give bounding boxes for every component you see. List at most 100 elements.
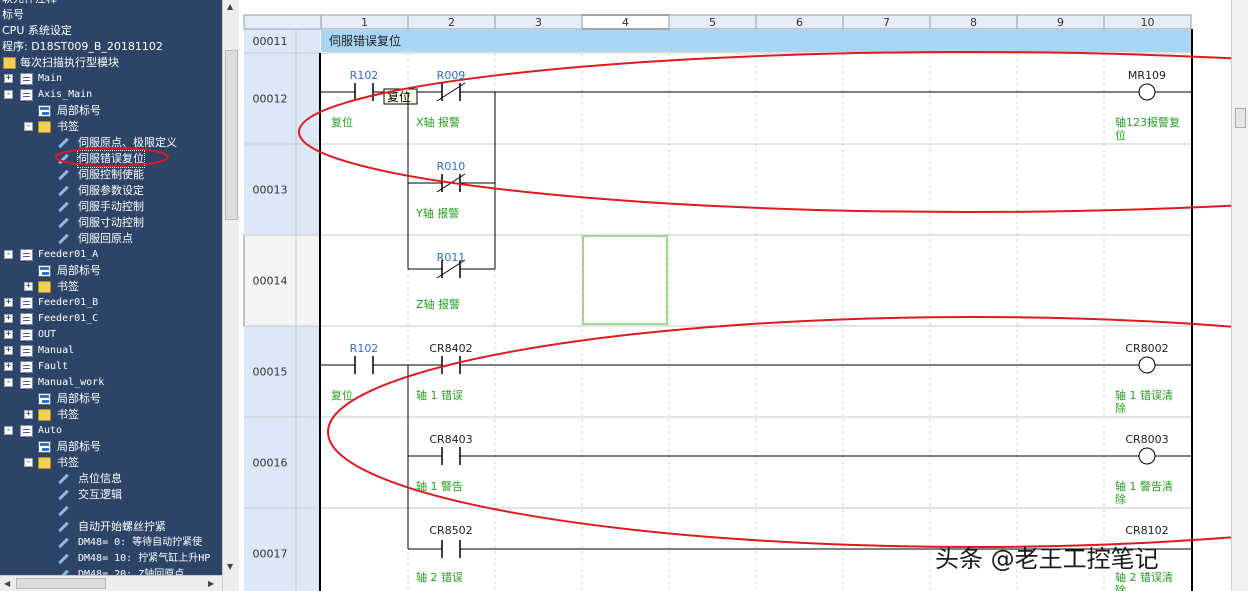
tree-item-label: 软元件注释 [2,0,57,7]
device-comment: 轴 1 警告 [416,479,463,493]
ladder-editor[interactable]: 1 2 3 4 5 6 7 8 9 10 00011 00012 00013 00014 00015 0001… [239,0,1248,591]
program-icon [20,249,33,261]
tree-item[interactable]: - 书签 [0,119,222,135]
rung-title-bar [321,30,1191,52]
tree-item[interactable]: + OUT [0,327,222,343]
tree-item[interactable]: 伺服参数设定 [0,183,222,199]
program-icon [20,297,33,309]
device-address: CR8502 [429,524,472,537]
device-comment: 除 [1115,401,1126,415]
tree-item-label: Feeder01_A [38,249,99,260]
tree-item[interactable]: 软元件注释 [0,0,222,7]
collapse-icon[interactable]: - [24,458,33,467]
tree-item[interactable]: + 书签 [0,279,222,295]
tree-item-label: 程序: D18ST009_B_20181102 [2,40,163,53]
collapse-icon[interactable]: - [4,250,13,259]
tree-item[interactable]: 点位信息 [0,471,222,487]
tree-vscroll-thumb[interactable] [225,50,238,220]
tree-vertical-scrollbar[interactable]: ▲ ▼ [222,0,239,591]
tree-item-label: Fault [38,361,69,372]
column-number: 6 [796,16,803,29]
device-address: R010 [437,160,466,173]
column-number: 9 [1057,16,1064,29]
device-address: R102 [350,342,379,355]
device-address: CR8003 [1125,433,1168,446]
tree-item[interactable]: DM48= 10: 拧紧气缸上升HP [0,551,222,567]
scroll-up-icon[interactable]: ▲ [227,2,233,11]
expand-icon[interactable]: + [4,314,13,323]
coil-symbol [1138,83,1156,101]
device-comment: 轴 1 警告清 [1115,479,1173,493]
tree-item[interactable]: 程序: D18ST009_B_20181102 [0,39,222,55]
tree-item-label: Axis_Main [38,89,93,100]
tree-item-label: DM48= 10: 拧紧气缸上升HP [78,553,211,564]
tree-item[interactable]: 局部标号 [0,391,222,407]
project-tree[interactable]: 软元件注释标号 CPU 系统设定程序: D18ST009_B_20181102 每次… [0,0,222,591]
tree-item[interactable]: - Manual_work [0,375,222,391]
tree-item-label: 伺服手动控制 [78,200,144,213]
collapse-icon[interactable]: - [4,378,13,387]
rung-number: 00012 [253,93,288,106]
device-comment: 轴 2 错误 [416,570,463,584]
tree-item[interactable]: - Auto [0,423,222,439]
scroll-left-icon[interactable]: ◀ [4,579,10,588]
tree-horizontal-scrollbar[interactable]: ◀ ▶ [0,575,222,591]
collapse-icon[interactable]: - [24,122,33,131]
expand-icon[interactable]: + [24,410,33,419]
tree-item[interactable]: + Feeder01_C [0,311,222,327]
expand-icon[interactable]: + [4,346,13,355]
tree-item[interactable]: + Main [0,71,222,87]
rung-number: 00014 [253,275,288,288]
editor-vscroll-thumb[interactable] [1235,108,1246,128]
collapse-icon[interactable]: - [4,426,13,435]
editor-vertical-scrollbar[interactable] [1231,0,1248,591]
local-label-icon [38,105,51,117]
tree-item[interactable]: + 书签 [0,407,222,423]
tree-item-label: 伺服回原点 [78,232,133,245]
folder-icon [38,457,51,469]
expand-icon[interactable]: + [4,74,13,83]
tree-item[interactable]: - 书签 [0,455,222,471]
tree-item[interactable]: 伺服回原点 [0,231,222,247]
tree-item[interactable]: - Axis_Main [0,87,222,103]
expand-icon[interactable]: + [4,298,13,307]
rung-title: 伺服错误复位 [329,33,401,48]
device-address: MR109 [1128,69,1166,82]
tree-item[interactable]: 伺服寸动控制 [0,215,222,231]
tree-item[interactable]: 每次扫描执行型模块 [0,55,222,71]
tree-item[interactable]: 局部标号 [0,103,222,119]
tree-item[interactable]: CPU 系统设定 [0,23,222,39]
tree-item-label: Main [38,73,63,84]
tree-item[interactable]: 伺服手动控制 [0,199,222,215]
column-number: 2 [448,16,455,29]
tree-item-label: 交互逻辑 [78,488,122,501]
tree-item-label: Feeder01_C [38,313,99,324]
tree-item[interactable]: 标号 [0,7,222,23]
bookmark-icon [58,233,70,245]
tree-hscroll-thumb[interactable] [16,578,106,589]
tree-item[interactable]: + Feeder01_B [0,295,222,311]
column-number: 5 [709,16,716,29]
expand-icon[interactable]: + [4,330,13,339]
expand-icon[interactable]: + [4,362,13,371]
tree-item[interactable]: DM48= 0: 等待自动拧紧使 [0,535,222,551]
folder-icon [3,57,16,69]
expand-icon[interactable]: + [24,282,33,291]
tree-item[interactable]: 局部标号 [0,439,222,455]
scroll-right-icon[interactable]: ▶ [208,579,214,588]
collapse-icon[interactable]: - [4,90,13,99]
ladder-canvas[interactable]: 1 2 3 4 5 6 7 8 9 10 00011 00012 00013 00014 00015 0001… [239,0,1248,591]
tree-item[interactable]: 自动开始螺丝拧紧 [0,519,222,535]
tree-item[interactable]: - Feeder01_A [0,247,222,263]
tree-item[interactable]: 局部标号 [0,263,222,279]
tree-item[interactable]: 交互逻辑 [0,487,222,503]
tree-item[interactable] [0,503,222,519]
bookmark-icon [58,489,70,501]
tree-item[interactable]: + Manual [0,343,222,359]
bookmark-icon [58,537,70,549]
tree-rows: 软元件注释标号 CPU 系统设定程序: D18ST009_B_20181102 每次… [0,0,222,583]
scroll-down-icon[interactable]: ▼ [227,562,233,571]
rung-number: 00017 [253,548,288,561]
tree-item[interactable]: + Fault [0,359,222,375]
cursor-box [582,235,668,325]
